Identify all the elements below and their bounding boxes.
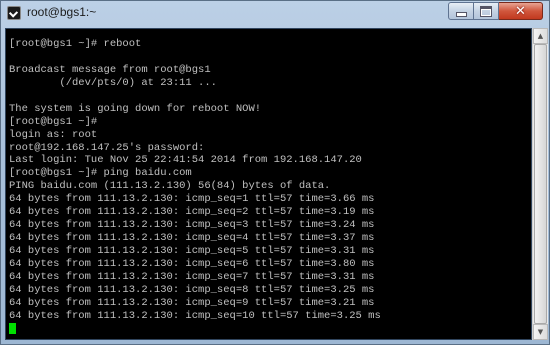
terminal-line: 64 bytes from 111.13.2.130: icmp_seq=10 … [9, 309, 381, 322]
terminal-line: 64 bytes from 111.13.2.130: icmp_seq=7 t… [9, 270, 375, 283]
title-bar[interactable]: root@bgs1:~ ✕ [1, 1, 549, 27]
terminal-line: [root@bgs1 ~]# [9, 115, 98, 128]
window-title: root@bgs1:~ [27, 5, 97, 19]
scroll-up-button[interactable]: ▲ [533, 28, 548, 44]
terminal-line: 64 bytes from 111.13.2.130: icmp_seq=1 t… [9, 193, 375, 206]
caption-buttons: ✕ [448, 2, 543, 20]
terminal-line: The system is going down for reboot NOW! [9, 102, 262, 115]
arrow-down-icon: ▼ [537, 328, 544, 336]
terminal-line: 64 bytes from 111.13.2.130: icmp_seq=2 t… [9, 206, 375, 219]
terminal-line: login as: root [9, 128, 98, 141]
minimize-button[interactable] [448, 2, 474, 20]
terminal-line: [root@bgs1 ~]# reboot [9, 38, 142, 50]
terminal-line: Broadcast message from root@bgs1 [9, 63, 211, 76]
terminal-line: (/dev/pts/0) at 23:11 ... [9, 76, 217, 89]
scroll-down-button[interactable]: ▼ [533, 324, 548, 340]
maximize-icon [480, 5, 492, 17]
terminal-line: 64 bytes from 111.13.2.130: icmp_seq=3 t… [9, 219, 375, 232]
terminal-line: Last login: Tue Nov 25 22:41:54 2014 fro… [9, 154, 362, 167]
terminal-line: 64 bytes from 111.13.2.130: icmp_seq=5 t… [9, 245, 375, 257]
terminal-line: root@192.168.147.25's password: [9, 141, 205, 154]
close-button[interactable]: ✕ [499, 2, 543, 20]
maximize-button[interactable] [474, 2, 499, 20]
terminal-output[interactable]: [root@bgs1 ~]# reboot Broadcast message f… [5, 28, 532, 340]
arrow-up-icon: ▲ [537, 32, 544, 40]
terminal-line: 64 bytes from 111.13.2.130: icmp_seq=8 t… [9, 283, 375, 296]
terminal-prompt-line [9, 322, 381, 336]
vertical-scrollbar[interactable]: ▲ ▼ [532, 28, 548, 340]
terminal-line: 64 bytes from 111.13.2.130: icmp_seq=4 t… [9, 232, 375, 245]
terminal-line: 64 bytes from 111.13.2.130: icmp_seq=6 t… [9, 257, 375, 270]
terminal-app-icon[interactable] [7, 6, 21, 20]
terminal-lines: [root@bgs1 ~]# reboot Broadcast message f… [9, 38, 381, 336]
terminal-window: root@bgs1:~ ✕ [root@bgs1 ~]# reboot Broad… [0, 0, 550, 345]
minimize-icon [455, 11, 467, 17]
close-icon: ✕ [515, 3, 526, 19]
terminal-line: PING baidu.com (111.13.2.130) 56(84) byt… [9, 180, 331, 193]
text-cursor [9, 322, 16, 334]
terminal-line: [root@bgs1 ~]# ping baidu.com [9, 167, 192, 180]
scrollbar-thumb[interactable] [534, 44, 547, 324]
terminal-line: 64 bytes from 111.13.2.130: icmp_seq=9 t… [9, 296, 375, 309]
